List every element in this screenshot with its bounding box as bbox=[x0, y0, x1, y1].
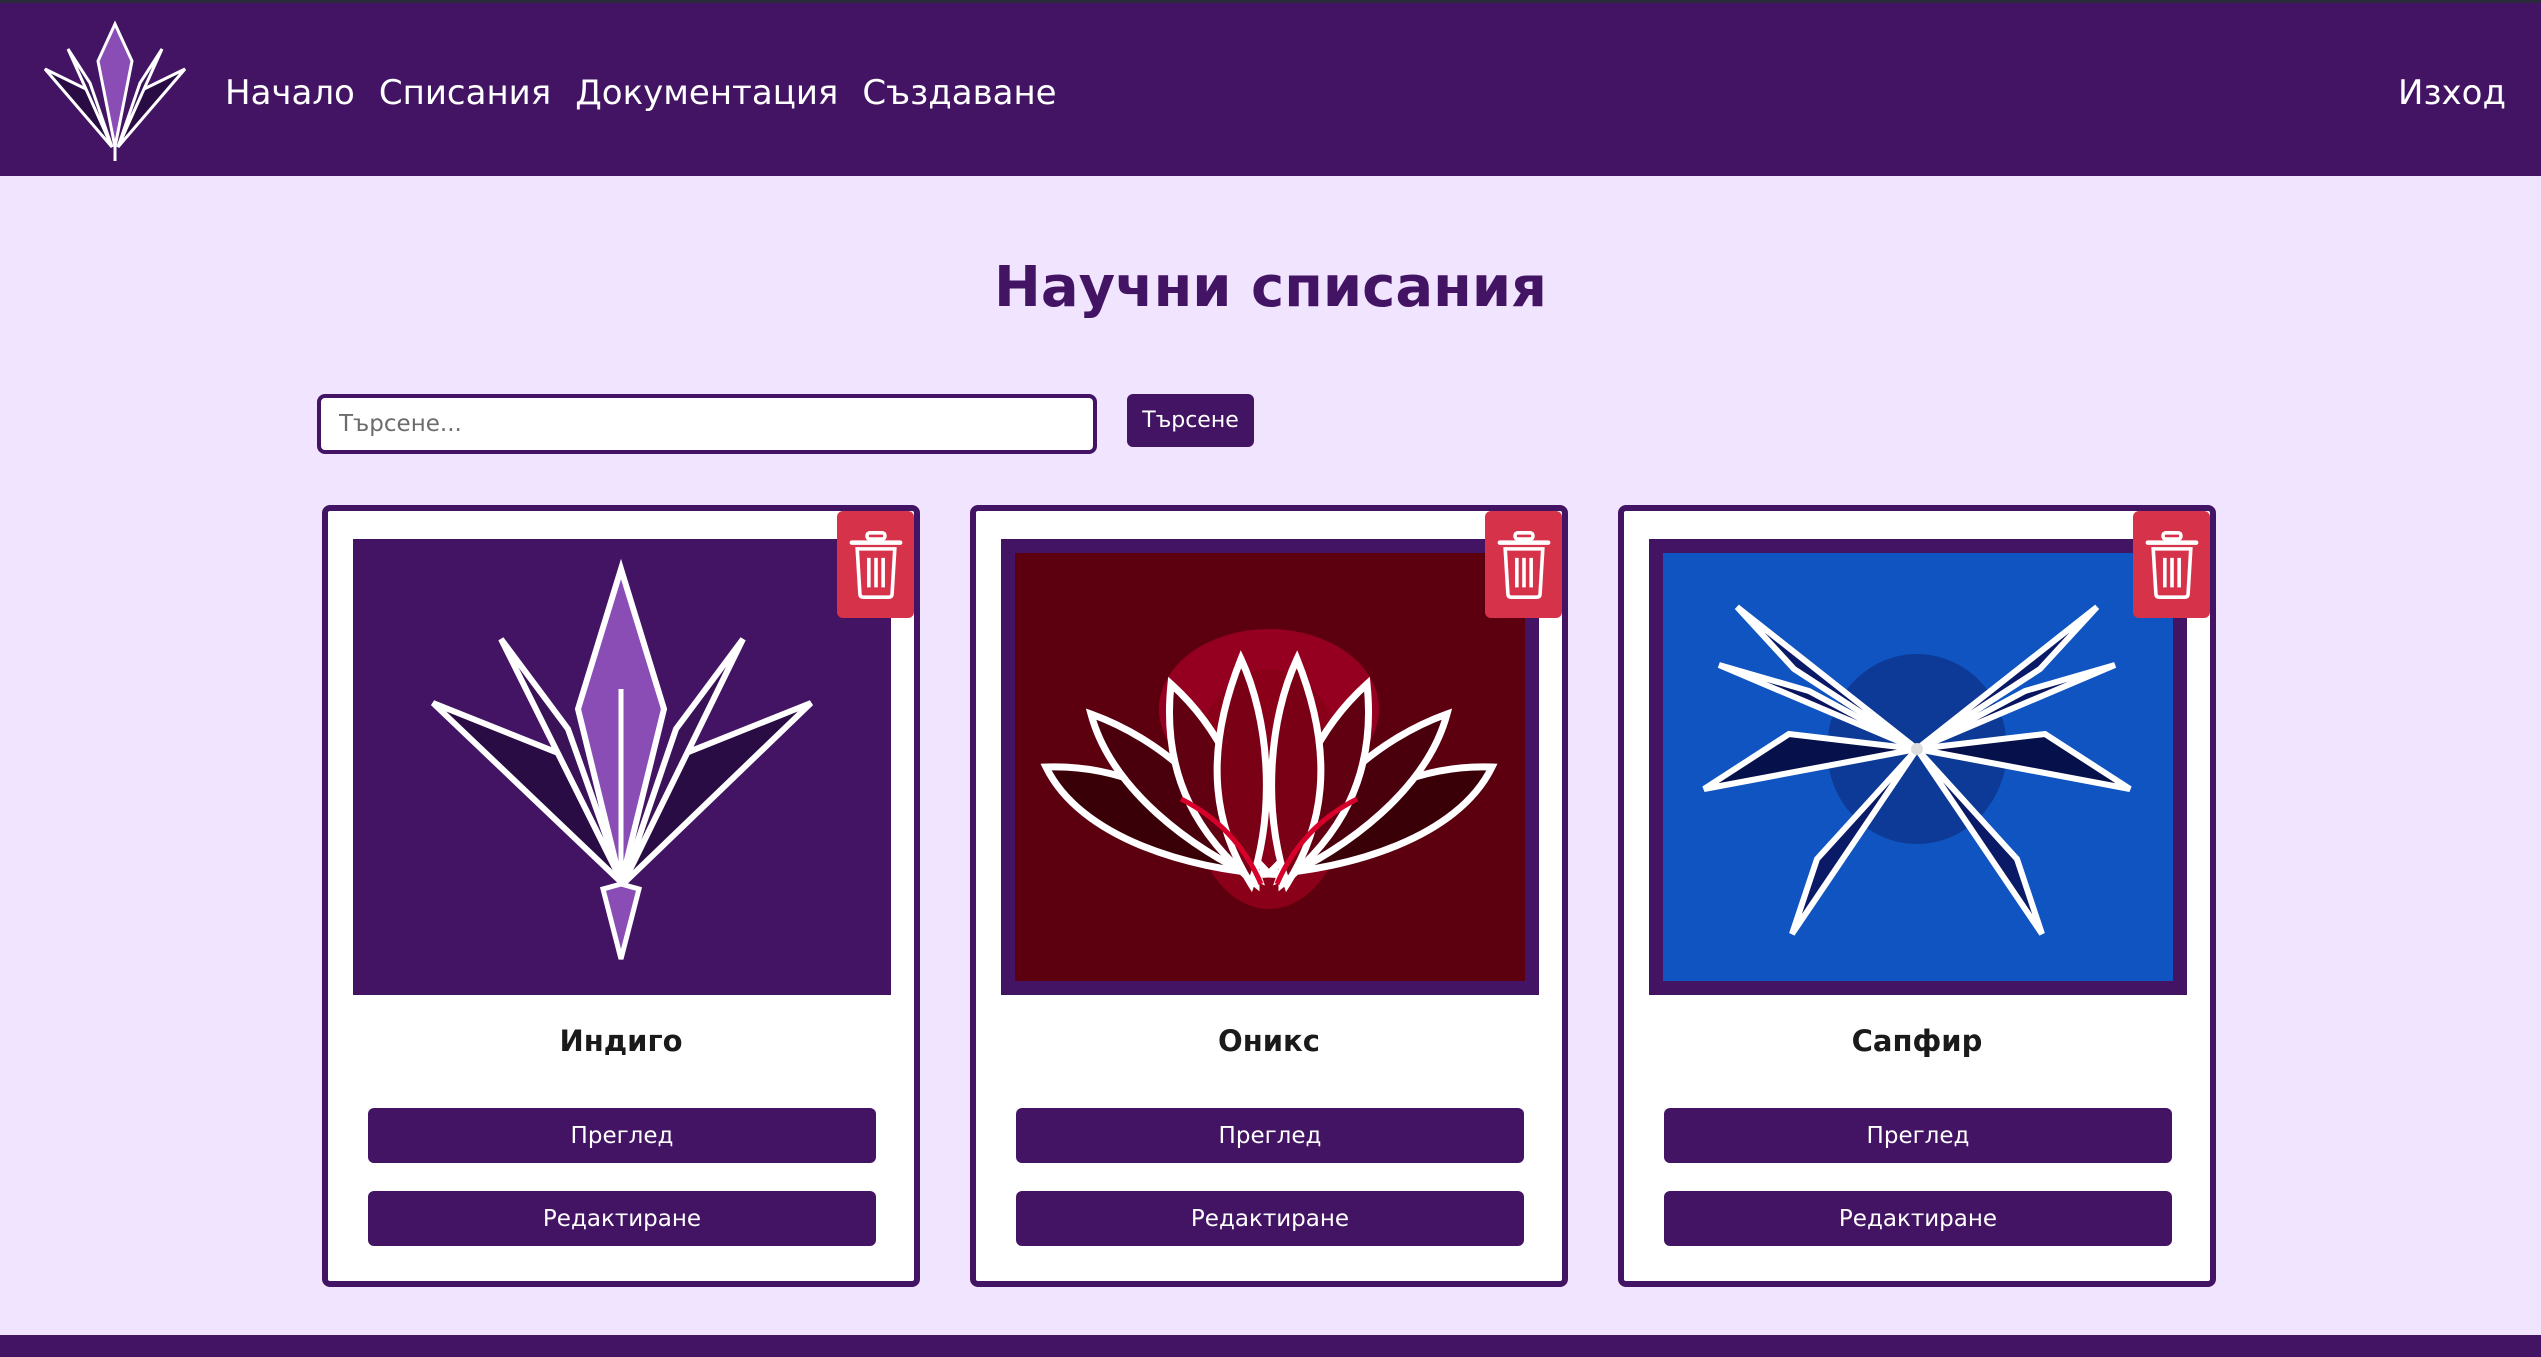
search-input[interactable] bbox=[317, 394, 1097, 454]
delete-button[interactable] bbox=[837, 511, 914, 618]
nav-links: Начало Списания Документация Създаване bbox=[225, 73, 1057, 113]
nav-link-journals[interactable]: Списания bbox=[379, 73, 551, 113]
journal-name: Индиго bbox=[559, 1024, 683, 1058]
journal-card-indigo: Индиго Преглед Редактиране bbox=[322, 505, 920, 1287]
view-button[interactable]: Преглед bbox=[368, 1108, 876, 1163]
view-button[interactable]: Преглед bbox=[1016, 1108, 1524, 1163]
journal-name: Оникс bbox=[1218, 1024, 1320, 1058]
lotus-logo-icon[interactable] bbox=[40, 19, 190, 161]
edit-button[interactable]: Редактиране bbox=[368, 1191, 876, 1246]
journal-name: Сапфир bbox=[1851, 1024, 1983, 1058]
search-button[interactable]: Търсене bbox=[1127, 394, 1254, 447]
footer bbox=[0, 1335, 2541, 1357]
navbar: Начало Списания Документация Създаване И… bbox=[0, 3, 2541, 176]
nav-link-documentation[interactable]: Документация bbox=[575, 73, 838, 113]
logout-link[interactable]: Изход bbox=[2398, 73, 2506, 113]
delete-button[interactable] bbox=[1485, 511, 1562, 618]
nav-link-home[interactable]: Начало bbox=[225, 73, 355, 113]
journal-card-onyx: Оникс Преглед Редактиране bbox=[970, 505, 1568, 1287]
trash-icon bbox=[849, 530, 902, 599]
page-title: Научни списания bbox=[993, 255, 1548, 320]
journal-cover-onyx bbox=[1001, 539, 1539, 995]
trash-icon bbox=[1497, 530, 1550, 599]
delete-button[interactable] bbox=[2133, 511, 2210, 618]
journal-cover-indigo bbox=[353, 539, 891, 995]
trash-icon bbox=[2145, 530, 2198, 599]
journal-cover-sapphire bbox=[1649, 539, 2187, 995]
nav-link-create[interactable]: Създаване bbox=[862, 73, 1056, 113]
view-button[interactable]: Преглед bbox=[1664, 1108, 2172, 1163]
journal-card-sapphire: Сапфир Преглед Редактиране bbox=[1618, 505, 2216, 1287]
edit-button[interactable]: Редактиране bbox=[1016, 1191, 1524, 1246]
edit-button[interactable]: Редактиране bbox=[1664, 1191, 2172, 1246]
